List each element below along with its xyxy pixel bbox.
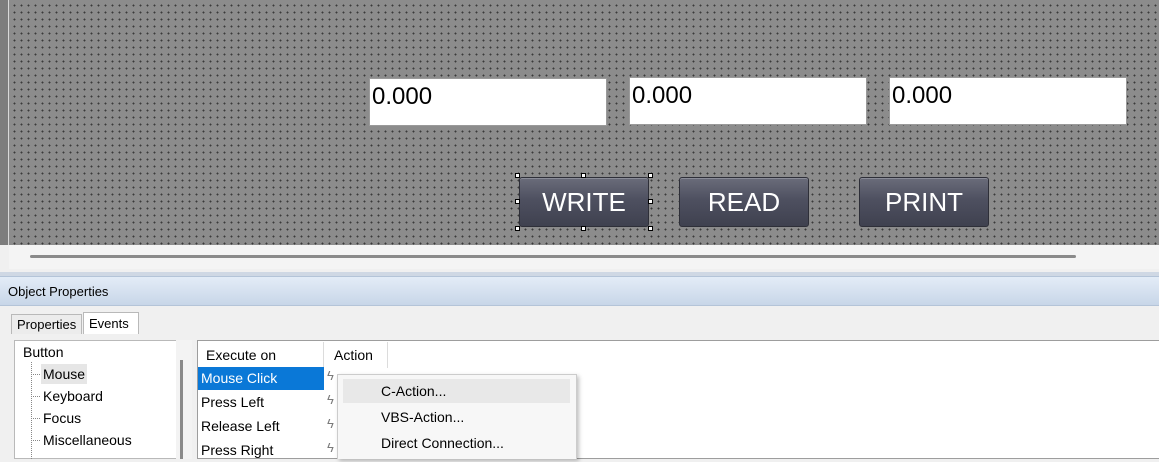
tab-properties[interactable]: Properties [11, 314, 82, 334]
column-header-action[interactable]: Action [326, 342, 388, 368]
io-field-2[interactable]: 0.000 [629, 77, 867, 125]
tree-connector [31, 418, 40, 419]
resize-handle-right[interactable] [648, 199, 653, 204]
lightning-icon[interactable]: ϟ [327, 416, 334, 431]
tree-root-button[interactable]: Button [23, 344, 63, 360]
menu-item-vbs-action[interactable]: VBS-Action... [343, 405, 570, 429]
lightning-icon[interactable]: ϟ [327, 368, 334, 383]
lightning-icon[interactable]: ϟ [327, 440, 334, 455]
menu-item-c-action[interactable]: C-Action... [343, 379, 570, 403]
tree-connector [31, 440, 40, 441]
tree-connector [31, 374, 40, 375]
resize-handle-left[interactable] [515, 199, 520, 204]
io-field-1[interactable]: 0.000 [369, 78, 607, 126]
event-row-release-left[interactable]: Release Left [198, 415, 324, 438]
tree-item-miscellaneous[interactable]: Miscellaneous [41, 430, 134, 450]
resize-handle-top-left[interactable] [515, 173, 520, 178]
resize-handle-bottom[interactable] [581, 226, 586, 231]
read-button[interactable]: READ [679, 177, 809, 227]
resize-handle-top[interactable] [581, 173, 586, 178]
event-row-mouse-click[interactable]: Mouse Click [198, 367, 324, 390]
canvas-left-ruler [0, 0, 9, 245]
resize-handle-top-right[interactable] [648, 173, 653, 178]
tree-item-keyboard[interactable]: Keyboard [41, 386, 105, 406]
event-row-press-left[interactable]: Press Left [198, 391, 324, 414]
tree-connector [31, 362, 32, 459]
tab-events[interactable]: Events [83, 312, 139, 334]
resize-handle-bottom-left[interactable] [515, 226, 520, 231]
tree-item-mouse[interactable]: Mouse [41, 364, 88, 384]
column-header-execute-on[interactable]: Execute on [198, 342, 324, 368]
tree-vertical-scrollbar[interactable] [176, 340, 192, 459]
canvas-scroll-thumb[interactable] [30, 255, 1076, 258]
lightning-icon[interactable]: ϟ [327, 392, 334, 407]
tree-scroll-thumb[interactable] [180, 360, 183, 459]
panel-title: Object Properties [0, 276, 1159, 306]
write-button[interactable]: WRITE [519, 177, 649, 227]
io-field-3[interactable]: 0.000 [889, 77, 1127, 125]
tree-item-focus[interactable]: Focus [41, 408, 83, 428]
menu-item-direct-connection[interactable]: Direct Connection... [343, 431, 570, 455]
print-button[interactable]: PRINT [859, 177, 989, 227]
tree-connector [31, 396, 40, 397]
resize-handle-bottom-right[interactable] [648, 226, 653, 231]
